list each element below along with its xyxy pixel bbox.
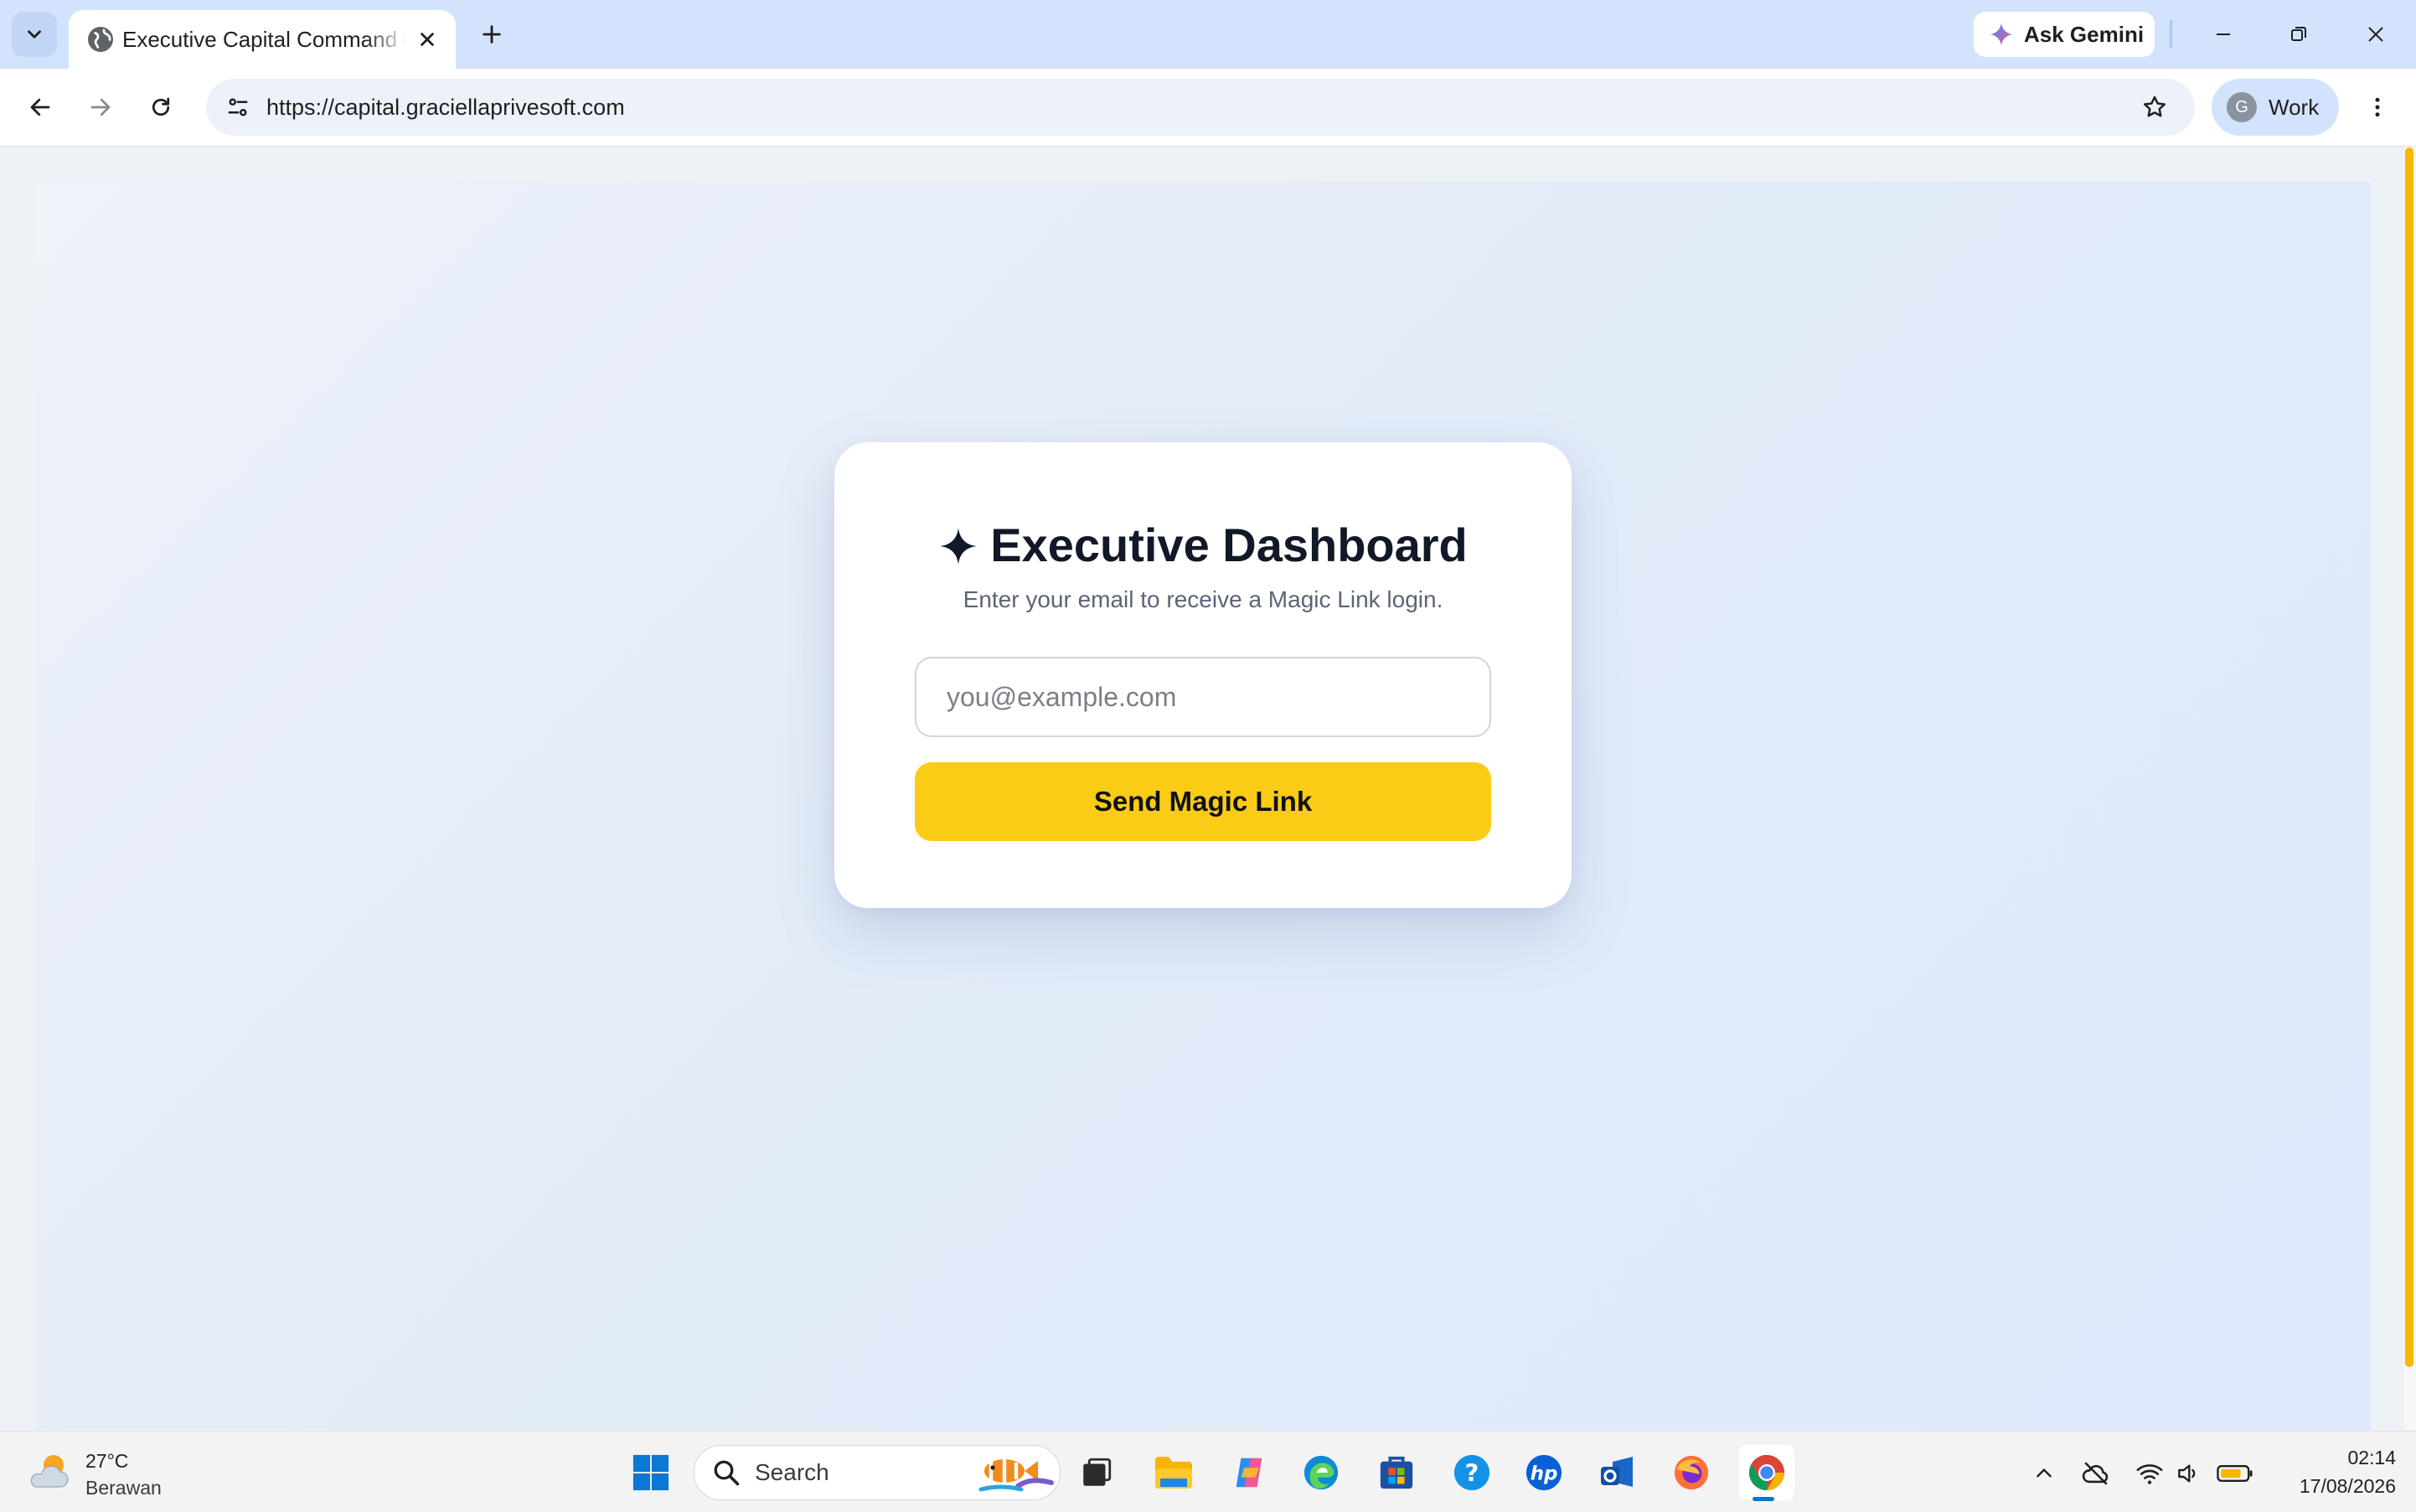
tune-icon: [228, 98, 248, 116]
tab-close-button[interactable]: [410, 23, 444, 56]
profile-chip[interactable]: G Work: [2212, 79, 2339, 136]
url-text[interactable]: https://capital.graciellaprivesoft.com: [266, 79, 625, 136]
svg-text:hp: hp: [1531, 1463, 1558, 1485]
taskbar-search[interactable]: Search: [694, 1445, 1061, 1500]
taskbar: 27°C Berawan Search ? hp 02:14 17/08/202…: [0, 1431, 2416, 1512]
plus-icon: [483, 25, 501, 44]
taskbar-copilot[interactable]: [1225, 1448, 1273, 1497]
chevron-down-icon: [28, 30, 41, 39]
weather-condition: Berawan: [85, 1477, 162, 1499]
taskbar-edge[interactable]: [1297, 1448, 1345, 1497]
page-title: Executive Dashboard: [834, 518, 1572, 572]
speaker-icon: [2178, 1464, 2196, 1483]
ask-gemini-label: Ask Gemini: [2024, 21, 2145, 47]
login-subtitle: Enter your email to receive a Magic Link…: [963, 586, 1443, 612]
taskbar-search-label: Search: [755, 1459, 829, 1485]
volume-status[interactable]: [2171, 1457, 2205, 1490]
send-magic-link-button[interactable]: Send Magic Link: [915, 762, 1491, 841]
arrow-right-icon: [90, 98, 111, 116]
clownfish-icon: [978, 1459, 1054, 1492]
taskbar-file-explorer[interactable]: [1149, 1448, 1198, 1497]
back-button[interactable]: [18, 85, 62, 129]
system-clock[interactable]: 02:14 17/08/2026: [2270, 1443, 2396, 1500]
minimize-icon: [2217, 34, 2230, 35]
close-window-button[interactable]: [2351, 12, 2401, 57]
site-info-button[interactable]: [218, 87, 258, 127]
taskbar-firefox[interactable]: [1667, 1448, 1716, 1497]
browser-toolbar: https://capital.graciellaprivesoft.com G…: [0, 69, 2416, 147]
taskbar-outlook[interactable]: [1593, 1448, 1642, 1497]
restore-button[interactable]: [2274, 12, 2324, 57]
sparkle-icon: [940, 528, 978, 565]
gemini-sparkle-icon: [1990, 23, 2013, 46]
tabstrip-divider: [2170, 20, 2172, 49]
weather-temp: 27°C: [85, 1450, 129, 1472]
browser-tabstrip: Executive Capital Command Center Ask Gem…: [0, 0, 2416, 69]
cloud-off-icon: [2082, 1462, 2109, 1485]
taskbar-store[interactable]: [1372, 1448, 1421, 1497]
store-icon: [1380, 1456, 1413, 1489]
wifi-icon: [2136, 1464, 2163, 1484]
svg-text:?: ?: [1465, 1459, 1479, 1488]
weather-widget[interactable]: 27°C Berawan: [25, 1443, 209, 1500]
battery-status[interactable]: [2215, 1457, 2255, 1490]
firefox-icon: [1674, 1455, 1709, 1490]
onedrive-status[interactable]: [2079, 1457, 2113, 1490]
more-vertical-icon: [2375, 97, 2380, 117]
task-view-icon: [1083, 1458, 1112, 1486]
hp-logo-icon: hp: [1525, 1454, 1562, 1491]
partly-cloudy-icon: [30, 1455, 69, 1488]
ask-gemini-button[interactable]: Ask Gemini: [1974, 12, 2155, 57]
new-tab-button[interactable]: [472, 15, 511, 54]
battery-icon: [2217, 1465, 2253, 1482]
windows-logo-icon: [632, 1454, 669, 1491]
browser-menu-button[interactable]: [2356, 85, 2399, 129]
profile-name: Work: [2269, 95, 2320, 120]
arrow-left-icon: [30, 98, 50, 116]
forward-button[interactable]: [79, 85, 122, 129]
clock-time: 02:14: [2347, 1447, 2396, 1468]
close-icon: [2368, 27, 2383, 42]
edge-icon: [1304, 1455, 1339, 1490]
login-card: Executive Dashboard Enter your email to …: [834, 442, 1572, 908]
address-bar[interactable]: https://capital.graciellaprivesoft.com: [206, 79, 2195, 136]
copilot-icon: [1236, 1458, 1262, 1488]
restore-icon: [2291, 27, 2306, 41]
tab-search-button[interactable]: [12, 12, 57, 57]
page-title-text: Executive Dashboard: [990, 519, 1468, 571]
taskbar-task-view[interactable]: [1072, 1448, 1121, 1497]
chrome-icon: [1748, 1454, 1785, 1491]
minimize-button[interactable]: [2198, 12, 2248, 57]
search-icon: [714, 1460, 740, 1486]
clock-date: 17/08/2026: [2299, 1475, 2396, 1497]
show-hidden-icons-button[interactable]: [2027, 1457, 2061, 1490]
close-icon: [421, 33, 434, 46]
wifi-status[interactable]: [2133, 1457, 2166, 1490]
scrollbar-thumb[interactable]: [2405, 147, 2413, 1367]
active-app-indicator: [1753, 1497, 1774, 1501]
chevron-up-icon: [2037, 1468, 2052, 1478]
avatar: G: [2227, 92, 2257, 122]
globe-icon: [88, 27, 113, 52]
outlook-icon: [1601, 1457, 1633, 1487]
bookmark-button[interactable]: [2135, 87, 2175, 127]
reload-button[interactable]: [139, 85, 183, 129]
taskbar-chrome[interactable]: [1739, 1445, 1794, 1500]
taskbar-hp[interactable]: hp: [1520, 1448, 1568, 1497]
start-button[interactable]: [627, 1448, 675, 1497]
star-icon: [2144, 95, 2166, 117]
help-icon: ?: [1453, 1454, 1490, 1491]
reload-icon: [152, 97, 170, 116]
tab-title: Executive Capital Command Center: [122, 27, 407, 52]
browser-tab-active[interactable]: Executive Capital Command Center: [69, 10, 456, 69]
email-field[interactable]: [915, 657, 1491, 737]
taskbar-get-help[interactable]: ?: [1448, 1448, 1496, 1497]
folder-icon: [1155, 1457, 1192, 1489]
